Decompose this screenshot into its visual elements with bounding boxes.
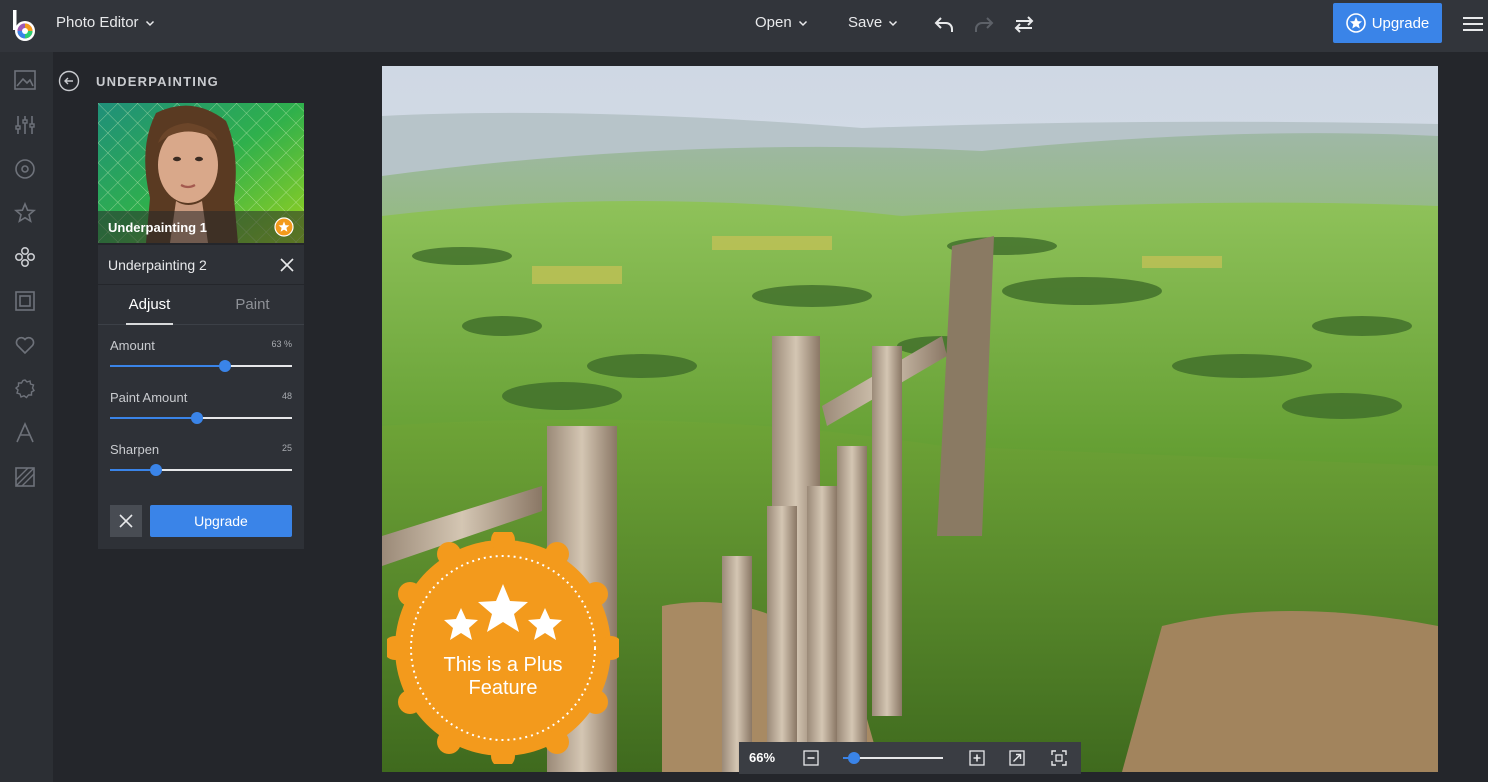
sharpen-slider[interactable]: Sharpen 25	[110, 442, 292, 476]
panel-header: UNDERPAINTING	[58, 70, 219, 92]
zoom-level: 66%	[749, 750, 776, 765]
slider-track[interactable]	[110, 464, 292, 476]
fit-screen-icon[interactable]	[1009, 750, 1025, 766]
top-toolbar: Photo Editor Open Save Upgrade	[0, 0, 1488, 52]
sliders-icon[interactable]	[13, 113, 37, 137]
undo-icon[interactable]	[932, 12, 956, 36]
thumbnail-caption: Underpainting 1	[98, 211, 304, 243]
paint-amount-label: Paint Amount	[110, 390, 188, 405]
amount-slider[interactable]: Amount 63 %	[110, 338, 292, 372]
eye-icon[interactable]	[13, 157, 37, 181]
save-menu[interactable]: Save	[848, 14, 898, 31]
slider-fill	[110, 417, 198, 419]
amount-value: 63 %	[271, 339, 292, 349]
cancel-effect-button[interactable]	[110, 505, 142, 537]
chevron-down-icon	[798, 20, 807, 26]
menu-icon[interactable]	[1463, 16, 1483, 32]
slider-knob[interactable]	[149, 464, 162, 476]
redo-icon[interactable]	[972, 12, 996, 36]
slider-track[interactable]	[110, 360, 292, 372]
app-title-menu[interactable]: Photo Editor	[56, 14, 155, 31]
slider-track[interactable]	[110, 412, 292, 424]
sharpen-label: Sharpen	[110, 442, 160, 457]
app-title: Photo Editor	[56, 14, 139, 31]
thumbnail-label: Underpainting 1	[108, 219, 207, 235]
badge-line-2: Feature	[469, 677, 538, 699]
effect-header: Underpainting 2	[98, 245, 304, 285]
plus-star-icon	[274, 217, 294, 237]
tab-adjust[interactable]: Adjust	[98, 285, 201, 325]
back-arrow-icon[interactable]	[58, 70, 80, 92]
sharpen-value: 25	[281, 443, 292, 453]
tab-paint[interactable]: Paint	[201, 285, 304, 324]
star-icon[interactable]	[13, 201, 37, 225]
effect-tabs: Adjust Paint	[98, 285, 304, 325]
effect-panel: UNDERPAINTING Underpainting 1 Underpaint…	[53, 52, 317, 782]
canvas-area: This is a Plus Feature 66%	[317, 52, 1488, 782]
save-label: Save	[848, 14, 883, 31]
close-icon[interactable]	[280, 257, 294, 272]
texture-icon[interactable]	[13, 377, 37, 401]
compare-icon[interactable]	[1012, 12, 1036, 36]
paint-amount-slider[interactable]: Paint Amount 48	[110, 390, 292, 424]
upgrade-button[interactable]: Upgrade	[1333, 3, 1442, 43]
slider-knob[interactable]	[218, 360, 231, 372]
photo-canvas[interactable]: This is a Plus Feature	[382, 66, 1438, 772]
zoom-bar: 66%	[739, 742, 1081, 774]
open-label: Open	[755, 14, 792, 31]
plus-feature-badge: This is a Plus Feature	[387, 532, 619, 764]
overlay-icon[interactable]	[13, 465, 37, 489]
zoom-slider[interactable]	[843, 752, 943, 764]
badge-line-1: This is a Plus	[444, 654, 563, 676]
text-icon[interactable]	[13, 421, 37, 445]
open-menu[interactable]: Open	[755, 14, 808, 31]
heart-icon[interactable]	[13, 333, 37, 357]
actual-size-icon[interactable]	[1051, 750, 1067, 766]
image-icon[interactable]	[13, 68, 37, 92]
chevron-down-icon	[889, 20, 898, 26]
star-circle-icon	[1345, 13, 1366, 33]
paint-amount-value: 48	[281, 391, 292, 401]
slider-fill	[110, 365, 225, 367]
zoom-out-icon[interactable]	[803, 750, 819, 766]
zoom-slider-knob[interactable]	[847, 752, 860, 764]
close-icon	[119, 514, 133, 528]
apply-upgrade-button[interactable]: Upgrade	[150, 505, 292, 537]
app-logo[interactable]	[10, 9, 38, 43]
amount-label: Amount	[110, 338, 155, 353]
slider-knob[interactable]	[191, 412, 204, 424]
upgrade-label: Upgrade	[1371, 14, 1430, 32]
panel-title: UNDERPAINTING	[96, 73, 219, 89]
effects-icon[interactable]	[13, 245, 37, 269]
zoom-in-icon[interactable]	[969, 750, 985, 766]
effect-settings-card: Underpainting 2 Adjust Paint Amount 63 %…	[98, 245, 304, 549]
effect-name: Underpainting 2	[108, 256, 207, 273]
effect-actions: Upgrade	[110, 505, 292, 537]
frame-icon[interactable]	[13, 289, 37, 313]
chevron-down-icon	[145, 20, 154, 26]
slider-fill	[110, 469, 156, 471]
effect-thumbnail-underpainting-1[interactable]: Underpainting 1	[98, 103, 304, 243]
tool-sidebar	[0, 52, 53, 782]
